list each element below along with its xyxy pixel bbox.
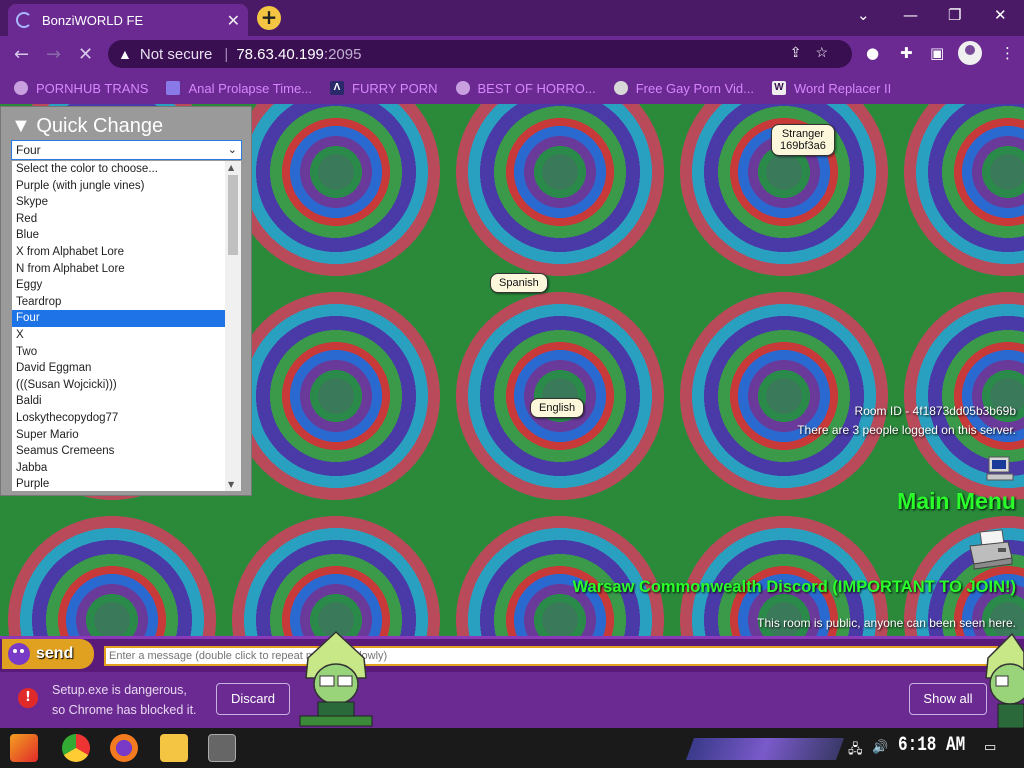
- stop-icon[interactable]: ✕: [78, 44, 93, 65]
- security-label[interactable]: Not secure: [140, 46, 213, 63]
- figure-icon: [613, 81, 628, 95]
- discard-button[interactable]: Discard: [216, 683, 290, 715]
- firefox-icon[interactable]: [110, 734, 138, 762]
- start-menu-icon[interactable]: [10, 734, 38, 762]
- share-and-bookmark-icons[interactable]: ⇪☆: [790, 44, 842, 61]
- dropdown-option-selected[interactable]: Four: [12, 310, 225, 327]
- close-window-icon[interactable]: ✕: [994, 6, 1007, 24]
- discord-link[interactable]: Warsaw Commonwealth Discord (IMPORTANT T…: [573, 578, 1016, 597]
- main-menu-link[interactable]: Main Menu: [897, 488, 1016, 515]
- puzzle-icon[interactable]: ✚: [900, 44, 913, 62]
- scroll-thumb[interactable]: [228, 175, 238, 255]
- peridot-character[interactable]: [984, 632, 1024, 728]
- dropdown-option[interactable]: Purple: [12, 476, 225, 491]
- quick-change-title[interactable]: ▼ Quick Change: [11, 115, 163, 138]
- notifications-icon[interactable]: ▭: [984, 740, 996, 755]
- bookmark-item[interactable]: BEST OF HORRO...: [455, 81, 596, 96]
- dropdown-option[interactable]: Purple (with jungle vines): [12, 178, 225, 195]
- public-room-notice: This room is public, anyone can been see…: [757, 616, 1016, 630]
- url-host: 78.63.40.199: [236, 45, 324, 63]
- extension-avatar-icon[interactable]: ●: [866, 44, 879, 62]
- side-panel-icon[interactable]: ▣: [930, 44, 944, 62]
- volume-icon[interactable]: 🔊: [872, 740, 888, 755]
- app-window-icon[interactable]: [208, 734, 236, 762]
- bracket-icon: [166, 81, 181, 95]
- taskbar-decoration: [685, 738, 845, 760]
- bookmark-item[interactable]: W Word Replacer II: [771, 81, 891, 96]
- network-icon[interactable]: 🖧: [848, 740, 863, 762]
- dropdown-option[interactable]: Eggy: [12, 277, 225, 294]
- profile-icon[interactable]: [958, 41, 982, 65]
- bookmark-item[interactable]: Free Gay Porn Vid...: [613, 81, 754, 96]
- computer-icon[interactable]: [986, 456, 1014, 482]
- dropdown-option[interactable]: N from Alphabet Lore: [12, 261, 225, 278]
- bookmark-item[interactable]: Λ FURRY PORN: [330, 81, 438, 96]
- tab-title: BonziWORLD FE: [42, 12, 144, 28]
- dropdown-option[interactable]: X: [12, 327, 225, 344]
- dropdown-option[interactable]: X from Alphabet Lore: [12, 244, 225, 261]
- taskbar: [0, 728, 1024, 768]
- dropdown-option[interactable]: Baldi: [12, 393, 225, 410]
- scroll-down-icon[interactable]: ▼: [228, 480, 234, 489]
- clock[interactable]: 6:18 AM: [898, 734, 965, 757]
- lambda-icon: Λ: [330, 81, 345, 95]
- tab-strip: BonziWORLD FE ✕ + ⌄ — ❐ ✕: [0, 0, 1024, 36]
- user-nametag[interactable]: English: [530, 398, 585, 418]
- peridot-character[interactable]: [296, 630, 376, 728]
- scroll-up-icon[interactable]: ▲: [228, 163, 234, 172]
- globe-icon: [455, 81, 470, 95]
- download-warning: Setup.exe is dangerous, so Chrome has bl…: [52, 683, 197, 717]
- printer-icon[interactable]: [968, 528, 1014, 570]
- bookmarks-bar: PORNHUB TRANS Anal Prolapse Time... Λ FUR…: [0, 72, 1024, 104]
- globe-icon: [14, 81, 28, 95]
- new-tab-button[interactable]: +: [257, 6, 281, 30]
- browser-tab[interactable]: BonziWORLD FE ✕: [8, 4, 248, 36]
- user-count: There are 3 people logged on this server…: [797, 423, 1016, 437]
- dropdown-option[interactable]: David Eggman: [12, 360, 225, 377]
- close-tab-icon[interactable]: ✕: [227, 11, 240, 30]
- color-select[interactable]: Four ⌄: [11, 140, 242, 160]
- separator: |: [224, 45, 229, 63]
- dropdown-option[interactable]: Select the color to choose...: [12, 161, 225, 178]
- dropdown-option[interactable]: Skype: [12, 194, 225, 211]
- warning-icon[interactable]: ▲: [118, 46, 132, 62]
- dropdown-option[interactable]: (((Susan Wojcicki))): [12, 377, 225, 394]
- dropdown-option[interactable]: Seamus Cremeens: [12, 443, 225, 460]
- user-nametag[interactable]: Stranger 169bf3a6: [771, 124, 835, 156]
- dropdown-option[interactable]: Teardrop: [12, 294, 225, 311]
- minimize-icon[interactable]: —: [903, 6, 918, 24]
- chevron-down-icon[interactable]: ⌄: [857, 6, 870, 24]
- dropdown-option[interactable]: Jabba: [12, 460, 225, 477]
- show-all-button[interactable]: Show all: [909, 683, 987, 715]
- forward-icon[interactable]: →: [46, 44, 61, 65]
- loading-spinner-icon: [16, 12, 32, 28]
- send-button[interactable]: send: [2, 639, 94, 669]
- dropdown-option[interactable]: Two: [12, 344, 225, 361]
- bonzi-avatar-icon: [8, 643, 30, 665]
- room-id: Room ID - 4f1873dd05b3b69b: [854, 404, 1016, 418]
- bookmark-item[interactable]: Anal Prolapse Time...: [166, 81, 312, 96]
- dropdown-option[interactable]: Blue: [12, 227, 225, 244]
- color-dropdown-list[interactable]: Select the color to choose... Purple (wi…: [11, 160, 242, 492]
- dropdown-option[interactable]: Super Mario: [12, 427, 225, 444]
- back-icon[interactable]: ←: [14, 44, 29, 65]
- url-port: :2095: [323, 45, 362, 63]
- dropdown-scrollbar[interactable]: ▲ ▼: [225, 161, 241, 491]
- dropdown-option[interactable]: Loskythecopydog77: [12, 410, 225, 427]
- restore-icon[interactable]: ❐: [948, 6, 961, 24]
- address-bar[interactable]: ▲ Not secure | 78.63.40.199 :2095 ⇪☆: [108, 40, 852, 68]
- chrome-icon[interactable]: [62, 734, 90, 762]
- chevron-down-icon: ⌄: [227, 144, 237, 156]
- bookmark-item[interactable]: PORNHUB TRANS: [14, 81, 148, 96]
- kebab-menu-icon[interactable]: ⋮: [1000, 44, 1015, 62]
- folder-icon[interactable]: [160, 734, 188, 762]
- dropdown-option[interactable]: Red: [12, 211, 225, 228]
- chat-input[interactable]: [104, 646, 998, 666]
- danger-icon: !: [18, 688, 38, 708]
- wr-icon: W: [771, 81, 786, 95]
- user-nametag[interactable]: Spanish: [490, 273, 548, 293]
